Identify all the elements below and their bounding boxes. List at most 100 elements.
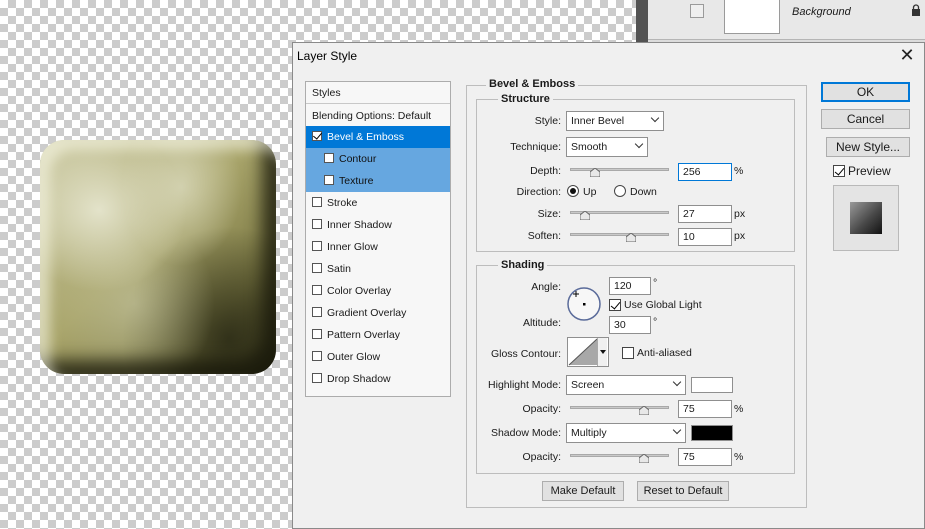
angle-dial[interactable]: [566, 286, 602, 322]
shadow-opacity-thumb[interactable]: [639, 454, 650, 463]
angle-input[interactable]: 120: [609, 277, 651, 295]
highlight-mode-value: Screen: [571, 379, 605, 391]
style-item-gradient-overlay[interactable]: Gradient Overlay: [306, 302, 450, 324]
size-slider[interactable]: [570, 208, 669, 220]
altitude-input[interactable]: 30: [609, 316, 651, 334]
shadow-opacity-slider[interactable]: [570, 451, 669, 463]
styles-header[interactable]: Styles: [306, 82, 450, 104]
style-checkbox[interactable]: [312, 373, 322, 383]
style-checkbox[interactable]: [312, 219, 322, 229]
shadow-mode-label: Shadow Mode:: [490, 427, 561, 439]
style-checkbox[interactable]: [324, 175, 334, 185]
style-checkbox[interactable]: [324, 153, 334, 163]
use-global-light-checkbox[interactable]: [609, 299, 621, 311]
structure-title: Structure: [498, 93, 553, 105]
soften-slider[interactable]: [570, 230, 669, 242]
ok-button[interactable]: OK: [821, 82, 910, 102]
shading-title: Shading: [498, 259, 548, 271]
direction-down-label[interactable]: Down: [630, 186, 657, 198]
close-icon[interactable]: ✕: [898, 46, 916, 64]
style-checkbox[interactable]: [312, 131, 322, 141]
reset-to-default-button[interactable]: Reset to Default: [637, 481, 729, 501]
style-checkbox[interactable]: [312, 241, 322, 251]
preview-swatch: [850, 202, 882, 234]
shadow-opacity-input[interactable]: 75: [678, 448, 732, 466]
blending-options-item[interactable]: Blending Options: Default: [306, 105, 450, 127]
direction-down-radio[interactable]: [614, 185, 626, 197]
chevron-down-icon: [650, 113, 660, 123]
direction-up-label[interactable]: Up: [583, 186, 596, 198]
style-item-label: Drop Shadow: [327, 373, 391, 385]
highlight-opacity-thumb[interactable]: [639, 406, 650, 415]
style-checkbox[interactable]: [312, 329, 322, 339]
lock-icon[interactable]: [911, 4, 921, 16]
highlight-mode-select[interactable]: Screen: [566, 375, 686, 395]
caret-down-icon[interactable]: [597, 338, 607, 366]
style-item-pattern-overlay[interactable]: Pattern Overlay: [306, 324, 450, 346]
gloss-contour-label: Gloss Contour:: [490, 348, 561, 360]
use-global-light-label[interactable]: Use Global Light: [624, 299, 702, 311]
chevron-down-icon: [672, 425, 682, 435]
style-checkbox[interactable]: [312, 307, 322, 317]
soften-label: Soften:: [527, 230, 561, 242]
style-item-label: Stroke: [327, 197, 358, 209]
style-checkbox[interactable]: [312, 285, 322, 295]
style-item-drop-shadow[interactable]: Drop Shadow: [306, 368, 450, 390]
style-item-label: Outer Glow: [327, 351, 381, 363]
style-item-outer-glow[interactable]: Outer Glow: [306, 346, 450, 368]
gloss-contour-picker[interactable]: [567, 337, 609, 367]
highlight-mode-label: Highlight Mode:: [488, 379, 561, 391]
style-item-bevel-emboss[interactable]: Bevel & Emboss: [306, 126, 450, 148]
style-item-inner-glow[interactable]: Inner Glow: [306, 236, 450, 258]
depth-slider[interactable]: [570, 165, 669, 177]
altitude-unit: °: [653, 316, 658, 328]
technique-label: Technique:: [510, 141, 561, 153]
style-checkbox[interactable]: [312, 197, 322, 207]
size-slider-thumb[interactable]: [579, 211, 590, 220]
depth-label: Depth:: [530, 165, 561, 177]
highlight-opacity-label: Opacity:: [522, 403, 561, 415]
technique-select[interactable]: Smooth: [566, 137, 648, 157]
angle-label: Angle:: [531, 281, 561, 293]
new-style-button[interactable]: New Style...: [826, 137, 910, 157]
style-item-contour[interactable]: Contour: [306, 148, 450, 170]
shadow-opacity-label: Opacity:: [522, 451, 561, 463]
highlight-color-swatch[interactable]: [691, 377, 733, 393]
make-default-button[interactable]: Make Default: [542, 481, 624, 501]
layer-visibility-toggle[interactable]: [690, 4, 704, 18]
shadow-mode-select[interactable]: Multiply: [566, 423, 686, 443]
chevron-down-icon: [672, 377, 682, 387]
bevel-style-select[interactable]: Inner Bevel: [566, 111, 664, 131]
highlight-opacity-slider[interactable]: [570, 403, 669, 415]
anti-aliased-label[interactable]: Anti-aliased: [637, 347, 692, 359]
style-item-satin[interactable]: Satin: [306, 258, 450, 280]
anti-aliased-checkbox[interactable]: [622, 347, 634, 359]
layer-row-background[interactable]: Background: [648, 0, 925, 40]
soften-slider-thumb[interactable]: [626, 233, 637, 242]
shadow-color-swatch[interactable]: [691, 425, 733, 441]
preview-label[interactable]: Preview: [848, 164, 891, 178]
soften-input[interactable]: 10: [678, 228, 732, 246]
layer-name: Background: [792, 6, 851, 18]
technique-value: Smooth: [571, 141, 608, 153]
style-item-inner-shadow[interactable]: Inner Shadow: [306, 214, 450, 236]
direction-up-radio[interactable]: [567, 185, 579, 197]
style-item-texture[interactable]: Texture: [306, 170, 450, 192]
depth-slider-thumb[interactable]: [589, 168, 600, 177]
size-unit: px: [734, 208, 746, 220]
preview-checkbox[interactable]: [833, 165, 845, 177]
style-item-color-overlay[interactable]: Color Overlay: [306, 280, 450, 302]
depth-input[interactable]: 256: [678, 163, 732, 181]
style-checkbox[interactable]: [312, 263, 322, 273]
layer-thumbnail: [724, 0, 780, 34]
style-item-label: Satin: [327, 263, 351, 275]
style-item-stroke[interactable]: Stroke: [306, 192, 450, 214]
styles-list: Styles Blending Options: Default Bevel &…: [305, 81, 451, 397]
style-item-label: Inner Glow: [327, 241, 378, 253]
highlight-opacity-unit: %: [734, 403, 744, 415]
highlight-opacity-input[interactable]: 75: [678, 400, 732, 418]
style-item-label: Bevel & Emboss: [327, 131, 405, 143]
size-input[interactable]: 27: [678, 205, 732, 223]
style-checkbox[interactable]: [312, 351, 322, 361]
cancel-button[interactable]: Cancel: [821, 109, 910, 129]
